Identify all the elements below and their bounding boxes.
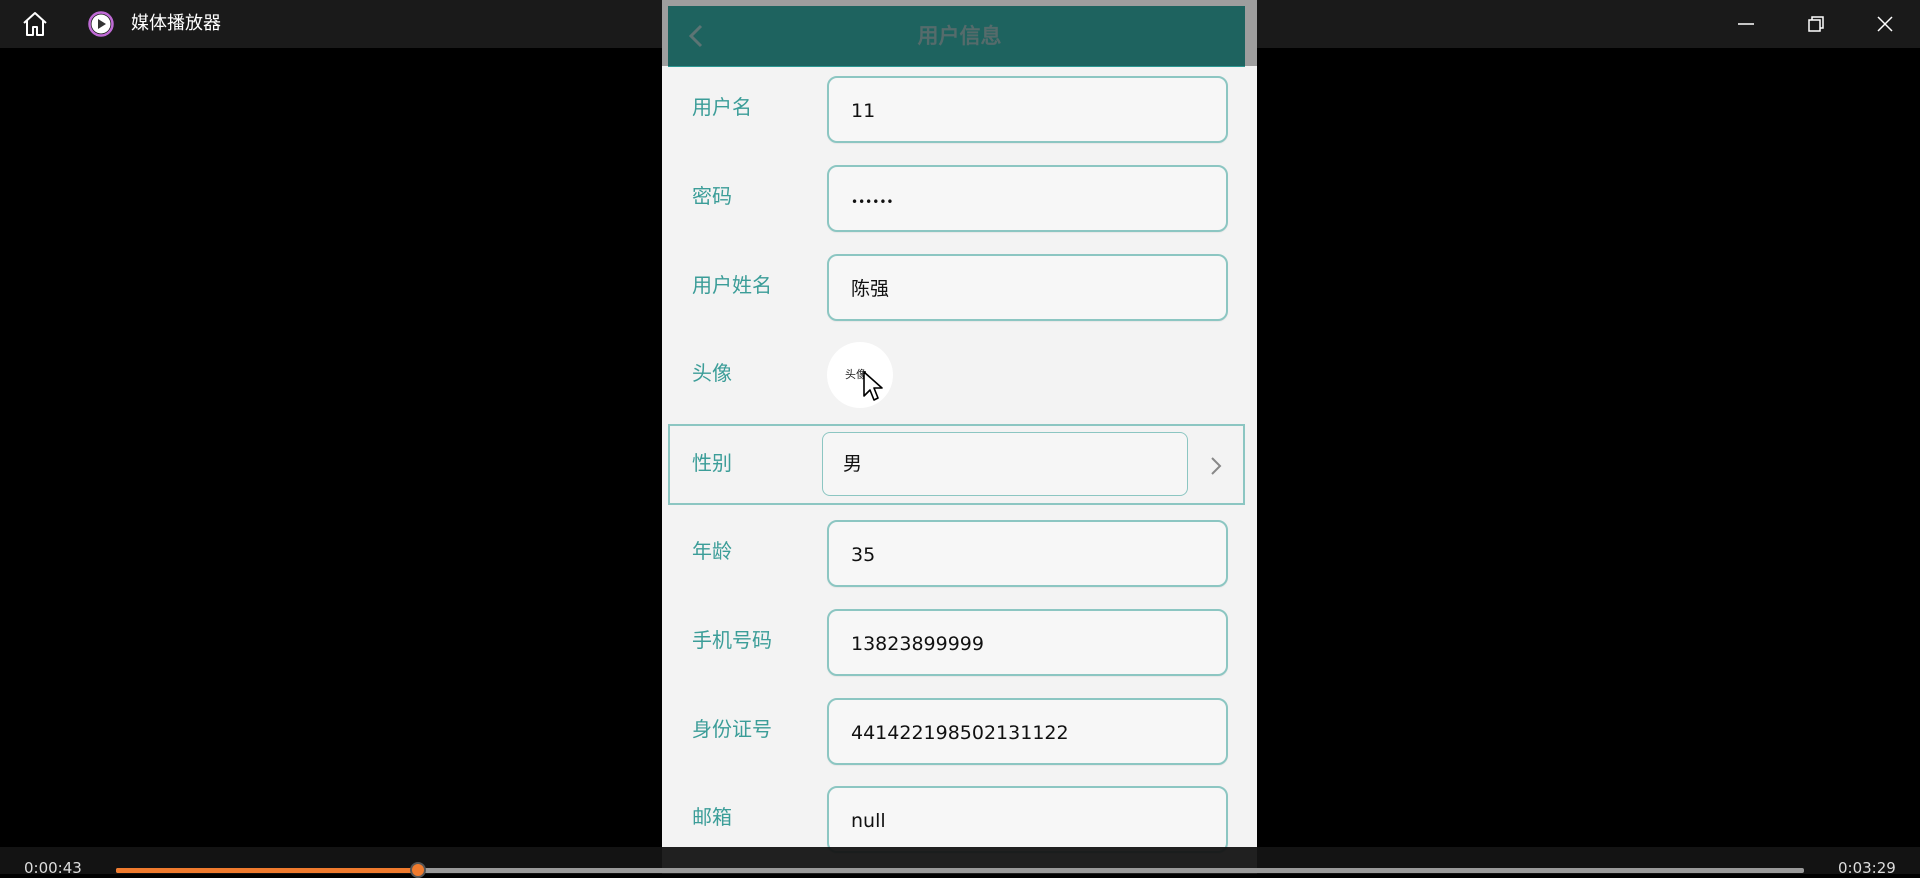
player-controls: 0:00:43 0:03:29 bbox=[0, 847, 1920, 878]
label-email: 邮箱 bbox=[692, 805, 732, 829]
age-input[interactable]: 35 bbox=[827, 520, 1228, 587]
form-row-avatar: 头像 头像 bbox=[668, 334, 1245, 414]
realname-value: 陈强 bbox=[851, 278, 890, 300]
page-title: 用户信息 bbox=[917, 24, 1002, 48]
restore-icon bbox=[1808, 16, 1824, 32]
label-phone: 手机号码 bbox=[692, 628, 772, 652]
window-title: 媒体播放器 bbox=[131, 13, 221, 34]
idnumber-value: 441422198502131122 bbox=[851, 722, 1069, 744]
label-avatar: 头像 bbox=[692, 361, 732, 385]
seek-bar[interactable] bbox=[116, 862, 1804, 878]
form-row-username: 用户名 11 bbox=[668, 68, 1245, 148]
close-button[interactable] bbox=[1850, 0, 1920, 48]
phone-input[interactable]: 13823899999 bbox=[827, 609, 1228, 676]
form-row-age: 年龄 35 bbox=[668, 512, 1245, 592]
gender-value: 男 bbox=[843, 453, 863, 475]
email-value: null bbox=[851, 810, 886, 832]
email-input[interactable]: null bbox=[827, 786, 1228, 853]
seek-handle[interactable] bbox=[410, 862, 427, 878]
phone-value: 13823899999 bbox=[851, 633, 984, 655]
form-row-email: 邮箱 null bbox=[668, 778, 1245, 858]
minimize-button[interactable] bbox=[1711, 0, 1781, 48]
restore-button[interactable] bbox=[1781, 0, 1851, 48]
home-button[interactable] bbox=[20, 10, 50, 38]
form-row-idnumber: 身份证号 441422198502131122 bbox=[668, 690, 1245, 770]
seek-bar-fill bbox=[116, 868, 419, 873]
video-frame[interactable]: 用户信息 用户名 11 密码 •••••• 用户姓名 陈强 头像 头像 性别 男… bbox=[662, 0, 1257, 874]
username-value: 11 bbox=[851, 100, 876, 122]
play-circle-icon bbox=[88, 11, 114, 37]
realname-input[interactable]: 陈强 bbox=[827, 254, 1228, 321]
idnumber-input[interactable]: 441422198502131122 bbox=[827, 698, 1228, 765]
label-age: 年龄 bbox=[692, 539, 732, 563]
form-row-gender[interactable]: 性别 男 bbox=[668, 424, 1245, 505]
form-row-phone: 手机号码 13823899999 bbox=[668, 601, 1245, 681]
password-value: •••••• bbox=[851, 195, 894, 209]
age-value: 35 bbox=[851, 544, 876, 566]
label-username: 用户名 bbox=[692, 95, 752, 119]
home-icon bbox=[23, 12, 47, 36]
label-password: 密码 bbox=[692, 184, 732, 208]
form-row-password: 密码 •••••• bbox=[668, 157, 1245, 237]
gender-select[interactable]: 男 bbox=[822, 432, 1188, 496]
close-icon bbox=[1877, 16, 1893, 32]
username-input[interactable]: 11 bbox=[827, 76, 1228, 143]
label-gender: 性别 bbox=[692, 451, 732, 475]
minimize-icon bbox=[1738, 23, 1754, 25]
password-input[interactable]: •••••• bbox=[827, 165, 1228, 232]
cursor-icon bbox=[863, 371, 883, 401]
label-idnumber: 身份证号 bbox=[692, 717, 772, 741]
form-row-realname: 用户姓名 陈强 bbox=[668, 246, 1245, 326]
label-realname: 用户姓名 bbox=[692, 273, 772, 297]
chevron-right-icon[interactable] bbox=[1210, 456, 1222, 476]
header-overlay: 用户信息 bbox=[662, 0, 1257, 66]
